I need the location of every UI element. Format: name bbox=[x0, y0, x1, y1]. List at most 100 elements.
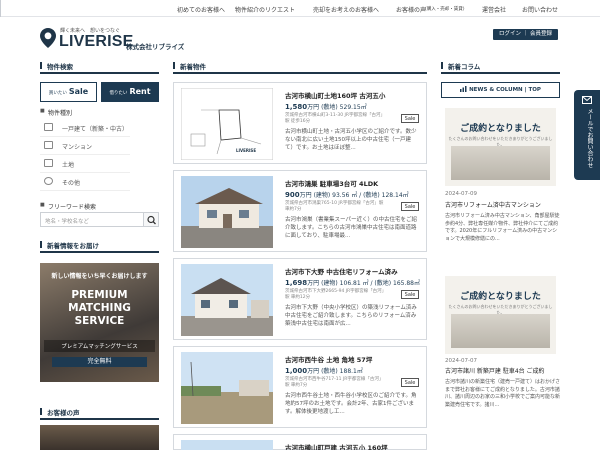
listing-photo bbox=[181, 352, 273, 424]
buy-small-label: 買いたい bbox=[48, 91, 67, 96]
column-image[interactable]: ご成約となりました たくさんのお問い合わせをいただきありがとうございました。 bbox=[445, 276, 556, 354]
voice-image[interactable] bbox=[40, 425, 159, 450]
listing-description: 古河市下大野（中央小学校区）の築浅リフォーム済み中古住宅をご紹介致します。こちら… bbox=[285, 305, 417, 327]
sale-badge: Sale bbox=[401, 290, 419, 299]
banner-free-badge: 完全無料 bbox=[52, 357, 147, 367]
nav-separator bbox=[0, 8, 1, 16]
section-divider bbox=[40, 418, 159, 420]
column-title[interactable]: 古河市リフォーム済中古マンション bbox=[445, 202, 560, 210]
listing-card[interactable]: 古河市西牛谷 土地 角地 57坪 1,000万円 (敷地) 188.1㎡ 茨城県… bbox=[173, 346, 427, 428]
banner-line3: SERVICE bbox=[74, 315, 125, 327]
logo-text[interactable]: LIVERISE bbox=[59, 33, 134, 51]
news-column-top-button[interactable]: NEWS & COLUMN | TOP bbox=[441, 82, 560, 98]
logo-pin-icon[interactable] bbox=[40, 28, 56, 48]
listing-photo bbox=[181, 440, 273, 450]
search-button[interactable] bbox=[143, 212, 159, 227]
category-other[interactable]: その他 bbox=[40, 174, 130, 191]
banner-line1: PREMIUM bbox=[71, 289, 128, 301]
listing-card[interactable]: 古河市鴻巣 駐車場3台可 4LDK 900万円 (建物) 93.56 ㎡ / (… bbox=[173, 170, 427, 252]
nav-voice[interactable]: お客様の声 bbox=[396, 5, 426, 14]
category-label: 一戸建て（新築・中古） bbox=[62, 126, 129, 133]
nav-voice-note: (購入・売却・賃貸) bbox=[425, 7, 465, 12]
nav-company[interactable]: 運営会社 bbox=[482, 5, 506, 14]
buy-label: Sale bbox=[68, 87, 89, 96]
nav-request[interactable]: 物件紹介のリクエスト bbox=[235, 5, 295, 14]
property-search-title: 物件検索 bbox=[40, 61, 73, 71]
banner-main-text: PREMIUM MATCHING SERVICE bbox=[40, 289, 159, 328]
column-image-photo bbox=[451, 314, 550, 348]
news-button-label: NEWS & COLUMN | TOP bbox=[469, 87, 541, 93]
section-divider bbox=[173, 72, 427, 74]
sale-badge: Sale bbox=[401, 202, 419, 211]
section-divider bbox=[40, 251, 159, 253]
price-value: 1,698 bbox=[285, 279, 308, 287]
premium-matching-banner[interactable]: 新しい情報をいち早くお届けします PREMIUM MATCHING SERVIC… bbox=[40, 263, 159, 382]
category-house[interactable]: 一戸建て（新築・中古） bbox=[40, 120, 130, 137]
column-date: 2024-07-09 bbox=[445, 191, 477, 197]
listing-description: 古河市横山町土地・古河五小学区のご紹介です。数少ない南北に広い土地150坪以上の… bbox=[285, 129, 417, 151]
price-unit: 万円 bbox=[307, 280, 320, 287]
chart-icon bbox=[460, 86, 467, 92]
voice-title: お客様の声 bbox=[40, 407, 80, 417]
listing-address: 茨城県古河市西牛谷717-11 JR宇都宮線「古河」駅 車約7分 bbox=[285, 377, 384, 388]
category-mansion[interactable]: マンション bbox=[40, 138, 130, 155]
banner-sub-text: プレミアムマッチングサービス bbox=[44, 340, 155, 352]
listing-area: (敷地) 529.15 bbox=[321, 104, 361, 111]
listing-price: 1,698万円 (建物) 106.81 ㎡ / (敷地) 165.88㎡ bbox=[285, 278, 420, 287]
column-title[interactable]: 古河市諸川 新築戸建 駐車4台 ご成約 bbox=[445, 368, 560, 376]
column-description: 古河市リフォーム済み中古マンション、角部屋駅徒歩約4分、弊社専任媒介物件、弊社仲… bbox=[445, 213, 560, 242]
price-value: 1,580 bbox=[285, 103, 308, 111]
listing-price: 1,000万円 (敷地) 188.1㎡ bbox=[285, 366, 363, 375]
section-divider bbox=[40, 72, 159, 74]
top-navigation: 初めてのお客様へ 物件紹介のリクエスト 売却をお考えのお客様へ お客様の声 (購… bbox=[0, 0, 600, 40]
listing-area: (建物) 93.56 ㎡ / (敷地) 128.14 bbox=[313, 192, 403, 199]
sale-badge: Sale bbox=[401, 378, 419, 387]
login-register-button[interactable]: ログイン ｜ 会員登録 bbox=[493, 29, 558, 40]
column-description: 古河市諸川の新築住宅（建売一戸建て）はおかげさまで弊社お客様にてご成約となりまし… bbox=[445, 379, 561, 408]
category-label: マンション bbox=[62, 144, 93, 151]
freeword-search-input[interactable]: 地名・学校名など bbox=[40, 212, 144, 227]
listing-card[interactable]: LIVERISE 古河市横山町土地160坪 古河五小 1,580万円 (敷地) … bbox=[173, 82, 427, 164]
notify-title: 新着情報をお届け bbox=[40, 240, 99, 250]
freeword-heading: フリーワード検索 bbox=[40, 202, 96, 211]
area-unit: ㎡ bbox=[414, 280, 421, 287]
banner-top-text: 新しい情報をいち早くお届けします bbox=[51, 273, 148, 280]
listing-area: (建物) 106.81 ㎡ / (敷地) 165.88 bbox=[321, 280, 415, 287]
listing-price: 1,580万円 (敷地) 529.15㎡ bbox=[285, 102, 367, 111]
column-image-heading: ご成約となりました bbox=[460, 124, 541, 134]
listing-description: 古河市鴻巣（書業集スーパー近く）の中古住宅をご紹介致します。こちらの古河市鴻巣中… bbox=[285, 217, 417, 239]
section-divider bbox=[441, 72, 560, 74]
column-image-heading: ご成約となりました bbox=[460, 292, 541, 302]
listing-description: 古河市西牛谷土地・西牛谷小学校区のご紹介です。角地約57坪のお土地です。会計2年… bbox=[285, 393, 417, 415]
sale-badge: Sale bbox=[401, 114, 419, 123]
listing-card[interactable]: 古河市下大野 中古住宅リフォーム済み 1,698万円 (建物) 106.81 ㎡… bbox=[173, 258, 427, 340]
banner-line2: MATCHING bbox=[68, 302, 131, 314]
listing-title: 古河市西牛谷 土地 角地 57坪 bbox=[285, 356, 373, 364]
nav-first-visit[interactable]: 初めてのお客様へ bbox=[177, 5, 225, 14]
price-unit: 万円 bbox=[307, 368, 320, 375]
building-icon bbox=[44, 141, 53, 149]
nav-sell[interactable]: 売却をお考えのお客様へ bbox=[313, 5, 379, 14]
category-land[interactable]: 土地 bbox=[40, 156, 130, 173]
property-type-heading: 物件種別 bbox=[40, 108, 72, 117]
listing-title: 古河市横山町戸建 古河五小 160坪 bbox=[285, 444, 388, 450]
mail-contact-tab[interactable]: メールでお問い合わせ bbox=[574, 90, 600, 180]
listing-photo bbox=[181, 264, 273, 336]
rent-button[interactable]: 借りたい Rent bbox=[101, 82, 159, 102]
area-unit: ㎡ bbox=[360, 104, 367, 111]
area-unit: ㎡ bbox=[402, 192, 409, 199]
rent-small-label: 借りたい bbox=[109, 91, 128, 96]
house-icon bbox=[44, 123, 53, 131]
listing-title: 古河市横山町土地160坪 古河五小 bbox=[285, 92, 386, 100]
rent-label: Rent bbox=[129, 87, 151, 96]
search-icon bbox=[147, 215, 156, 225]
price-unit: 万円 bbox=[299, 192, 312, 199]
column-image[interactable]: ご成約となりました たくさんのお問い合わせをいただきありがとうございました。 bbox=[445, 108, 556, 186]
price-value: 1,000 bbox=[285, 367, 308, 375]
listing-map-image: LIVERISE bbox=[181, 88, 273, 160]
listing-card[interactable]: 古河市横山町戸建 古河五小 160坪 bbox=[173, 434, 427, 450]
mail-contact-label: メールでお問い合わせ bbox=[586, 108, 593, 168]
nav-separator bbox=[0, 0, 1, 8]
buy-sale-button[interactable]: 買いたい Sale bbox=[40, 82, 97, 102]
nav-contact[interactable]: お問い合わせ bbox=[522, 5, 558, 14]
